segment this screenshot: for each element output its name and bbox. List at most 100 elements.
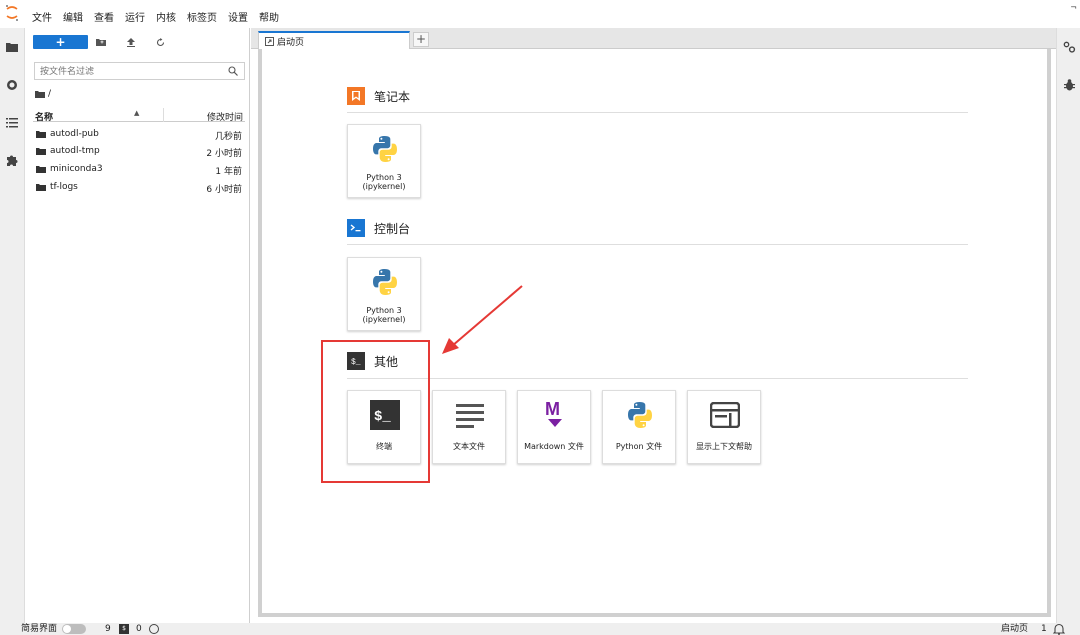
kernel-count[interactable]: 9 <box>105 624 111 635</box>
console-python3-card[interactable]: Python 3 (ipykernel) <box>347 257 421 331</box>
section-divider <box>347 378 968 379</box>
python-icon <box>369 265 401 299</box>
context-help-card[interactable]: 显示上下文帮助 <box>687 390 761 464</box>
svg-text:$_: $_ <box>351 358 361 366</box>
folder-icon <box>36 166 46 173</box>
folder-icon <box>36 148 46 155</box>
folder-icon[interactable] <box>5 40 19 54</box>
python-icon <box>624 398 656 432</box>
menu-tabs[interactable]: 标签页 <box>187 13 217 25</box>
menu-settings[interactable]: 设置 <box>228 13 248 25</box>
property-inspector-icon[interactable] <box>1062 40 1076 54</box>
left-activity-bar <box>0 28 25 623</box>
tab-bar: 启动页 + <box>251 28 1056 50</box>
search-icon <box>228 66 238 76</box>
column-modified[interactable]: 修改时间 <box>207 110 243 123</box>
file-row[interactable]: autodl-tmp 2 小时前 <box>33 143 245 160</box>
text-file-card[interactable]: 文本文件 <box>432 390 506 464</box>
notification-bell-icon[interactable] <box>1052 623 1066 635</box>
card-label: Python 3 (ipykernel) <box>348 306 420 324</box>
kernel-status-icon[interactable] <box>149 624 159 634</box>
folder-icon[interactable] <box>35 90 45 98</box>
active-tab-label: 启动页 <box>1001 624 1029 634</box>
card-label: 终端 <box>376 442 392 451</box>
card-label-line2: (ipykernel) <box>362 315 406 324</box>
card-label: 显示上下文帮助 <box>696 442 752 451</box>
card-label-line1: Python 3 <box>366 173 402 182</box>
context-help-icon <box>709 398 741 432</box>
terminal-card[interactable]: $_ 终端 <box>347 390 421 464</box>
notebook-python3-card[interactable]: Python 3 (ipykernel) <box>347 124 421 198</box>
menu-file[interactable]: 文件 <box>32 13 52 25</box>
section-divider <box>347 244 968 245</box>
text-file-icon <box>454 398 486 432</box>
simple-mode-toggle[interactable] <box>62 624 86 634</box>
file-name: autodl-tmp <box>50 146 100 156</box>
jupyter-logo-icon <box>6 5 18 21</box>
file-row[interactable]: autodl-pub 几秒前 <box>33 126 245 143</box>
python-file-card[interactable]: Python 文件 <box>602 390 676 464</box>
markdown-card[interactable]: M Markdown 文件 <box>517 390 591 464</box>
tab-launcher[interactable]: 启动页 <box>258 31 410 50</box>
section-title: 控制台 <box>374 221 411 236</box>
menu-view[interactable]: 查看 <box>94 13 114 25</box>
file-row[interactable]: miniconda3 1 年前 <box>33 161 245 178</box>
file-modified: 2 小时前 <box>206 149 242 159</box>
sort-ascending-icon[interactable]: ▲ <box>134 109 139 117</box>
terminal-count[interactable]: 0 <box>136 624 142 635</box>
file-name: tf-logs <box>50 182 78 192</box>
markdown-icon: M <box>539 398 571 432</box>
section-title: 笔记本 <box>374 89 411 104</box>
breadcrumb-root[interactable]: / <box>48 89 51 99</box>
new-folder-icon[interactable] <box>96 37 106 47</box>
file-browser-toolbar: + <box>25 28 250 56</box>
menu-run[interactable]: 运行 <box>125 13 145 25</box>
file-modified: 1 年前 <box>215 167 242 177</box>
card-label: Markdown 文件 <box>524 442 584 451</box>
file-browser: + / 名称 ▲ 修改时间 autodl-pub 几秒前 autodl-tmp … <box>25 28 250 623</box>
refresh-icon[interactable] <box>155 37 165 47</box>
menu-kernel[interactable]: 内核 <box>156 13 176 25</box>
terminal-icon: $_ <box>369 398 401 432</box>
folder-icon <box>36 131 46 138</box>
filter-box <box>34 62 245 80</box>
tab-label: 启动页 <box>277 38 305 48</box>
terminal-icon: $_ <box>347 352 365 370</box>
column-name[interactable]: 名称 <box>35 110 53 123</box>
breadcrumb: / <box>35 88 51 100</box>
add-tab-button[interactable]: + <box>413 32 429 47</box>
file-modified: 6 小时前 <box>206 185 242 195</box>
card-label: 文本文件 <box>453 442 485 451</box>
section-divider <box>347 112 968 113</box>
card-label: Python 文件 <box>615 442 663 451</box>
svg-text:M: M <box>545 399 560 419</box>
debugger-icon[interactable] <box>1062 78 1076 92</box>
extension-icon[interactable] <box>5 153 19 167</box>
folder-icon <box>36 184 46 191</box>
toc-icon[interactable] <box>5 116 19 130</box>
card-label-line1: Python 3 <box>366 306 402 315</box>
filter-input[interactable] <box>40 63 220 79</box>
file-name: autodl-pub <box>50 129 99 139</box>
menu-bar: 文件 编辑 查看 运行 内核 标签页 设置 帮助 ¬ <box>0 0 1080 28</box>
right-sidebar <box>1056 28 1080 623</box>
section-other: $_ 其他 <box>347 352 398 370</box>
file-modified: 几秒前 <box>214 132 242 142</box>
console-icon <box>347 219 365 237</box>
new-launcher-button[interactable]: + <box>33 35 88 49</box>
toggle-knob <box>63 625 71 633</box>
status-bar: 简易界面 9 $ 0 启动页 1 <box>0 623 1080 635</box>
menu-help[interactable]: 帮助 <box>259 13 279 25</box>
terminal-status-icon[interactable]: $ <box>119 624 129 634</box>
launcher-icon <box>265 37 274 46</box>
menu-edit[interactable]: 编辑 <box>63 13 83 25</box>
card-label-line2: (ipykernel) <box>362 182 406 191</box>
section-notebook: 笔记本 <box>347 87 410 105</box>
file-row[interactable]: tf-logs 6 小时前 <box>33 179 245 196</box>
simple-mode-label: 简易界面 <box>21 624 58 634</box>
upload-icon[interactable] <box>126 37 136 47</box>
running-icon[interactable] <box>5 78 19 92</box>
card-label: Python 3 (ipykernel) <box>348 173 420 191</box>
section-console: 控制台 <box>347 219 410 237</box>
column-divider[interactable] <box>163 108 164 122</box>
